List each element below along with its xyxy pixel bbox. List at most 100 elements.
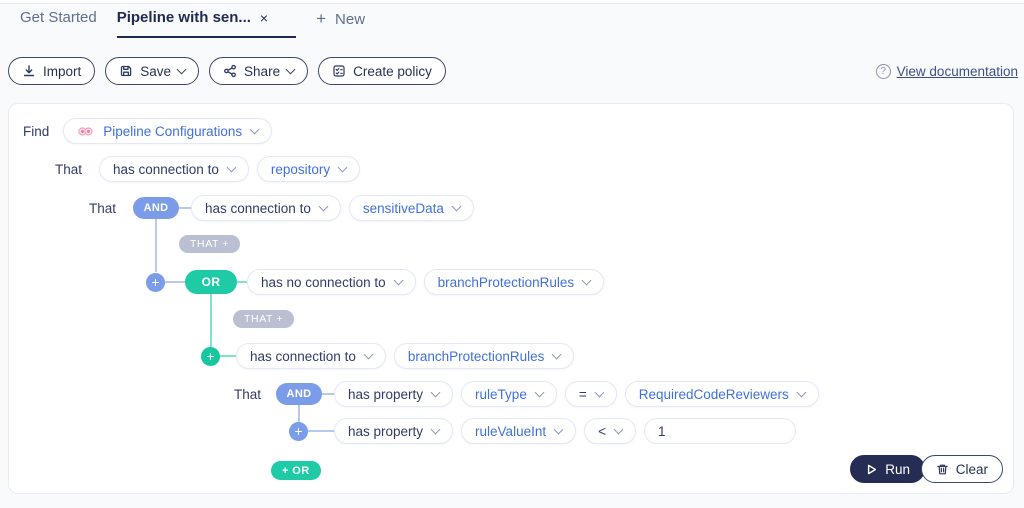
clear-button[interactable]: Clear (921, 455, 1003, 483)
chevron-down-icon (250, 124, 260, 134)
tab-get-started[interactable]: Get Started (20, 9, 97, 36)
operator-label: has property (348, 387, 423, 402)
create-policy-label: Create policy (353, 64, 432, 79)
operator-label: has connection to (205, 201, 311, 216)
chevron-down-icon (393, 275, 403, 285)
tab-bar: Get Started Pipeline with sen... × + New (20, 9, 365, 39)
share-label: Share (244, 64, 280, 79)
condition-row: + OR has no connection to branchProtecti… (146, 269, 604, 295)
chevron-down-icon (177, 64, 187, 74)
operator-dropdown[interactable]: has connection to (191, 195, 341, 221)
and-label: AND (143, 202, 168, 214)
chevron-down-icon (451, 201, 461, 211)
operator-dropdown[interactable]: has no connection to (247, 269, 416, 295)
that-label: That (89, 201, 121, 216)
property-dropdown[interactable]: ruleType (461, 381, 557, 407)
operator-dropdown[interactable]: has connection to (99, 156, 249, 182)
tab-label: Pipeline with sen... (117, 9, 251, 26)
share-button[interactable]: Share (209, 57, 308, 85)
and-logic-pill[interactable]: AND (133, 197, 179, 219)
target-dropdown[interactable]: sensitiveData (349, 195, 474, 221)
value-dropdown[interactable]: RequiredCodeReviewers (625, 381, 819, 407)
add-that-chip[interactable]: THAT + (233, 310, 294, 328)
chevron-down-icon (594, 387, 604, 397)
close-icon[interactable]: × (260, 10, 268, 26)
tab-pipeline-with-sen[interactable]: Pipeline with sen... × (117, 9, 296, 38)
share-icon (223, 64, 237, 78)
toolbar: Import Save Share Create policy (8, 57, 446, 85)
view-documentation-link[interactable]: View documentation (897, 64, 1018, 79)
chevron-down-icon (554, 424, 564, 434)
add-or-label: + OR (282, 465, 310, 477)
play-icon (865, 463, 878, 476)
comparator-dropdown[interactable]: < (584, 418, 636, 444)
add-condition-button[interactable]: + (146, 273, 165, 292)
operator-label: has connection to (113, 162, 219, 177)
chevron-down-icon (431, 424, 441, 434)
target-dropdown[interactable]: branchProtectionRules (424, 269, 605, 295)
add-condition-button[interactable]: + (201, 347, 220, 366)
operator-label: has property (348, 424, 423, 439)
target-dropdown[interactable]: branchProtectionRules (394, 343, 575, 369)
chevron-down-icon (582, 275, 592, 285)
import-label: Import (43, 64, 81, 79)
or-logic-pill[interactable]: OR (185, 270, 237, 294)
download-icon (22, 64, 36, 78)
connector-line (179, 207, 191, 209)
save-label: Save (140, 64, 171, 79)
and-label: AND (286, 388, 311, 400)
chevron-down-icon (286, 64, 296, 74)
run-button[interactable]: Run (850, 455, 925, 483)
add-that-label: THAT + (244, 313, 283, 325)
condition-row: That has connection to repository (55, 156, 360, 182)
value-label: RequiredCodeReviewers (639, 387, 789, 402)
condition-row: + has property ruleValueInt < (289, 418, 796, 444)
query-builder-panel: Find Pipeline Configurations That has co… (8, 103, 1014, 494)
plus-icon: + (316, 9, 326, 29)
and-logic-pill[interactable]: AND (276, 383, 322, 405)
add-or-chip[interactable]: + OR (271, 461, 321, 480)
target-label: branchProtectionRules (438, 275, 575, 290)
that-label: That (234, 387, 266, 402)
operator-dropdown[interactable]: has connection to (236, 343, 386, 369)
entity-dropdown[interactable]: Pipeline Configurations (63, 118, 272, 144)
property-dropdown[interactable]: ruleValueInt (461, 418, 576, 444)
chevron-down-icon (534, 387, 544, 397)
chevron-down-icon (226, 162, 236, 172)
chevron-down-icon (431, 387, 441, 397)
comparator-dropdown[interactable]: = (565, 381, 617, 407)
that-label: That (55, 162, 87, 177)
policy-icon (332, 64, 346, 78)
add-that-chip[interactable]: THAT + (179, 235, 240, 253)
target-dropdown[interactable]: repository (257, 156, 360, 182)
create-policy-button[interactable]: Create policy (318, 57, 446, 85)
trash-icon (936, 463, 949, 476)
connector-line (165, 281, 185, 283)
add-condition-button[interactable]: + (289, 422, 308, 441)
chevron-down-icon (363, 349, 373, 359)
target-label: branchProtectionRules (408, 349, 545, 364)
condition-row: + has connection to branchProtectionRule… (201, 343, 574, 369)
target-label: repository (271, 162, 330, 177)
connector-line (308, 430, 334, 432)
tab-new[interactable]: + New (316, 9, 365, 39)
run-label: Run (885, 462, 910, 477)
condition-row: That AND has property ruleType = Require… (234, 381, 819, 407)
entity-label: Pipeline Configurations (103, 124, 242, 139)
operator-label: has no connection to (261, 275, 386, 290)
documentation-link-group: ? View documentation (876, 64, 1018, 79)
chevron-down-icon (796, 387, 806, 397)
condition-row: That AND has connection to sensitiveData (89, 195, 474, 221)
comparator-label: < (598, 424, 606, 439)
operator-dropdown[interactable]: has property (334, 381, 453, 407)
property-label: ruleType (475, 387, 527, 402)
target-label: sensitiveData (363, 201, 444, 216)
find-row: Find Pipeline Configurations (23, 118, 272, 144)
import-button[interactable]: Import (8, 57, 95, 85)
connector-line (322, 393, 334, 395)
value-input[interactable] (644, 418, 796, 444)
operator-dropdown[interactable]: has property (334, 418, 453, 444)
comparator-label: = (579, 387, 587, 402)
save-button[interactable]: Save (105, 57, 199, 85)
pipeline-configurations-icon (77, 125, 94, 138)
